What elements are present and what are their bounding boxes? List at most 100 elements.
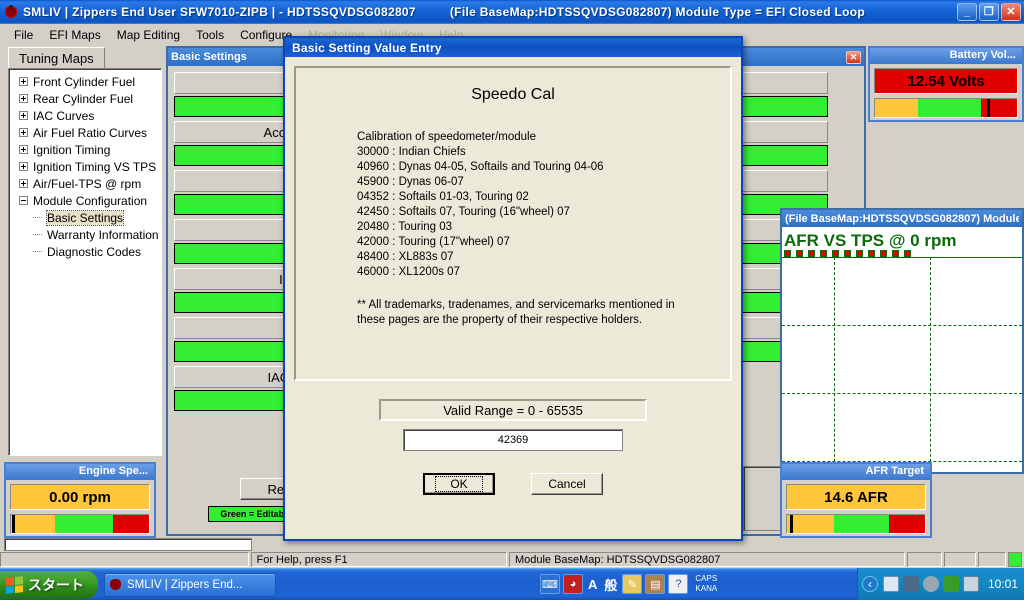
- expand-plus-icon[interactable]: [19, 111, 28, 120]
- system-tray: ‹ 10:01: [856, 568, 1024, 600]
- battery-gauge-title: Battery Vol...: [870, 48, 1022, 64]
- tree-item-label: Warranty Information: [47, 227, 159, 242]
- tuning-maps-tree[interactable]: Front Cylinder Fuel Rear Cylinder Fuel I…: [8, 68, 162, 456]
- keyboard-icon[interactable]: ⌨: [540, 574, 560, 594]
- app-icon: [109, 578, 123, 592]
- caps-indicator: CAPS: [695, 574, 718, 583]
- window-title-main: SMLIV | Zippers End User SFW7010-ZIPB | …: [23, 5, 416, 19]
- close-button[interactable]: ✕: [1001, 3, 1021, 21]
- tree-item-basic-settings[interactable]: Basic Settings: [11, 209, 159, 226]
- engine-speed-gauge-reading: 0.00 rpm: [10, 484, 150, 510]
- status-pane-4: [906, 552, 943, 567]
- basic-settings-title: Basic Settings: [171, 51, 247, 63]
- collapse-minus-icon[interactable]: [19, 196, 28, 205]
- tray-network-icon[interactable]: [902, 576, 919, 592]
- window-titlebar: SMLIV | Zippers End User SFW7010-ZIPB | …: [0, 0, 1024, 24]
- tree-item-air-fuel-ratio-curves[interactable]: Air Fuel Ratio Curves: [11, 124, 159, 141]
- kana-indicator: KANA: [695, 584, 718, 593]
- status-connection-indicator: [1008, 552, 1022, 567]
- engine-speed-gauge-bar: [10, 514, 150, 534]
- minimize-button[interactable]: _: [957, 3, 977, 21]
- tray-display-icon[interactable]: [962, 576, 979, 592]
- afr-target-gauge-body: 14.6 AFR: [782, 480, 930, 538]
- ime-input-mode-alpha[interactable]: A: [586, 577, 599, 592]
- dialog-title: Basic Setting Value Entry: [292, 40, 442, 55]
- tree-item-module-configuration[interactable]: Module Configuration: [11, 192, 159, 209]
- ime-pad-icon[interactable]: ✎: [622, 574, 643, 594]
- dialog-info-frame: Speedo Cal Calibration of speedometer/mo…: [294, 66, 732, 381]
- expand-plus-icon[interactable]: [19, 94, 28, 103]
- expand-plus-icon[interactable]: [19, 162, 28, 171]
- menu-item-tools[interactable]: Tools: [188, 26, 232, 44]
- chart-plot-area: AFR VS TPS @ 0 rpm: [782, 227, 1022, 472]
- ime-help-icon[interactable]: ◕: [563, 574, 583, 594]
- ime-question-icon[interactable]: ?: [668, 574, 689, 594]
- status-help-pane: For Help, press F1: [250, 552, 507, 567]
- menu-item-file[interactable]: File: [6, 26, 41, 44]
- ok-button[interactable]: OK: [423, 473, 495, 495]
- status-basemap-pane: Module BaseMap: HDTSSQVDSG082807: [508, 552, 905, 567]
- tab-tuning-maps[interactable]: Tuning Maps: [8, 47, 105, 69]
- menu-item-map-editing[interactable]: Map Editing: [109, 26, 188, 44]
- lower-left-blank-strip: [4, 538, 252, 551]
- expand-plus-icon[interactable]: [19, 77, 28, 86]
- tree-item-iac-curves[interactable]: IAC Curves: [11, 107, 159, 124]
- tree-item-label: Basic Settings: [45, 209, 125, 226]
- dialog-trademark-note: ** All trademarks, tradenames, and servi…: [357, 299, 675, 326]
- battery-gauge-needle: [987, 99, 991, 117]
- tree-item-ignition-timing-vs-tps[interactable]: Ignition Timing VS TPS: [11, 158, 159, 175]
- app-icon: [3, 4, 19, 20]
- taskbar-item-smliv[interactable]: SMLIV | Zippers End...: [104, 572, 276, 597]
- tree-item-label: Ignition Timing VS TPS: [33, 159, 157, 174]
- tray-mail-icon[interactable]: [882, 576, 899, 592]
- expand-plus-icon[interactable]: [19, 145, 28, 154]
- engine-speed-gauge-body: 0.00 rpm: [6, 480, 154, 538]
- dialog-heading: Speedo Cal: [471, 86, 555, 103]
- afr-target-gauge-needle: [789, 515, 793, 533]
- status-left-pane: [0, 552, 249, 567]
- cancel-button[interactable]: Cancel: [531, 473, 603, 495]
- tree-branch-icon: [33, 234, 42, 235]
- desktop: SMLIV | Zippers End User SFW7010-ZIPB | …: [0, 0, 1024, 600]
- ime-language-bar: ⌨ ◕ A 般 ✎ ▤ ? CAPS KANA: [540, 572, 717, 596]
- value-input-field[interactable]: 42369: [403, 429, 623, 451]
- ime-input-mode-kanji[interactable]: 般: [602, 575, 619, 594]
- start-button[interactable]: スタート: [0, 571, 98, 599]
- engine-speed-gauge-title: Engine Spe...: [6, 464, 154, 480]
- afr-target-gauge-reading: 14.6 AFR: [786, 484, 926, 510]
- afr-target-gauge: AFR Target 14.6 AFR: [780, 462, 932, 538]
- battery-voltage-gauge: Battery Vol... 12.54 Volts: [868, 46, 1024, 122]
- start-button-label: スタート: [28, 577, 84, 593]
- tree-item-ignition-timing[interactable]: Ignition Timing: [11, 141, 159, 158]
- tree-item-label: Air Fuel Ratio Curves: [33, 125, 148, 140]
- tray-antivirus-icon[interactable]: [942, 576, 959, 592]
- tree-item-label: Module Configuration: [33, 193, 148, 208]
- expand-plus-icon[interactable]: [19, 179, 28, 188]
- tree-item-warranty-information[interactable]: Warranty Information: [11, 226, 159, 243]
- tray-volume-icon[interactable]: [922, 576, 939, 592]
- tree-item-label: Front Cylinder Fuel: [33, 74, 136, 89]
- tray-expand-chevron-icon[interactable]: ‹: [861, 576, 878, 592]
- taskbar-clock[interactable]: 10:01: [988, 577, 1018, 591]
- ime-tools-icon[interactable]: ▤: [645, 574, 666, 594]
- chart-gridlines: [782, 249, 1022, 472]
- window-title-sub: (File BaseMap:HDTSSQVDSG082807) Module T…: [449, 5, 866, 19]
- maximize-button[interactable]: ❐: [979, 3, 999, 21]
- chart-window-title: (File BaseMap:HDTSSQVDSG082807) Module T…: [785, 212, 1019, 225]
- tree-item-diagnostic-codes[interactable]: Diagnostic Codes: [11, 243, 159, 260]
- ok-button-label: OK: [435, 476, 483, 492]
- basic-settings-close-icon[interactable]: ✕: [846, 50, 861, 64]
- tree-item-label: Diagnostic Codes: [47, 244, 142, 259]
- tree-item-label: Air/Fuel-TPS @ rpm: [33, 176, 142, 191]
- tree-item-label: IAC Curves: [33, 108, 95, 123]
- menu-item-efi-maps[interactable]: EFI Maps: [41, 26, 108, 44]
- taskbar-item-label: SMLIV | Zippers End...: [127, 578, 243, 591]
- status-pane-5: [944, 552, 977, 567]
- engine-speed-gauge-needle: [12, 515, 16, 533]
- tree-item-air-fuel-tps-at-rpm[interactable]: Air/Fuel-TPS @ rpm: [11, 175, 159, 192]
- windows-logo-icon: [6, 576, 23, 594]
- tree-item-front-cylinder-fuel[interactable]: Front Cylinder Fuel: [11, 73, 159, 90]
- expand-plus-icon[interactable]: [19, 128, 28, 137]
- tree-item-rear-cylinder-fuel[interactable]: Rear Cylinder Fuel: [11, 90, 159, 107]
- tuning-maps-panel: Tuning Maps Front Cylinder Fuel Rear Cyl…: [6, 47, 164, 457]
